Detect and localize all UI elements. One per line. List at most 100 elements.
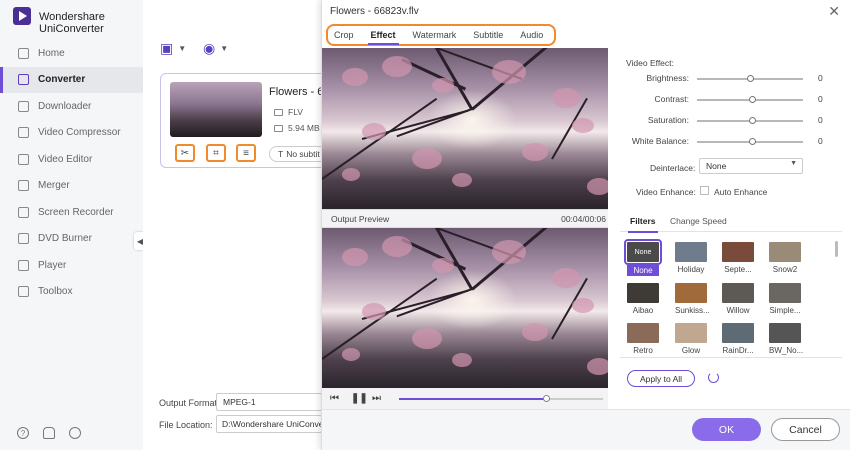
- sidebar-item-converter[interactable]: Converter: [0, 66, 143, 93]
- sidebar-item-merger[interactable]: Merger: [0, 173, 143, 200]
- slider-handle[interactable]: [749, 117, 757, 124]
- filter-label: RainDr...: [722, 346, 754, 355]
- filter-label: Retro: [633, 346, 653, 355]
- filter-item[interactable]: Holiday: [675, 242, 707, 274]
- effect-slider[interactable]: [697, 138, 803, 145]
- tab-filters[interactable]: Filters: [628, 216, 658, 233]
- filter-label: Holiday: [677, 265, 705, 274]
- output-video-preview: [322, 228, 608, 388]
- effect-slider-row: Contrast: 0: [620, 94, 825, 106]
- sidebar-item-label: Merger: [38, 180, 70, 192]
- tab-audio[interactable]: Audio: [520, 30, 543, 40]
- sidebar-nav: Home Converter Downloader Video Compress…: [0, 40, 143, 305]
- add-file-button[interactable]: ▣ ▼: [160, 40, 186, 57]
- tab-crop[interactable]: Crop: [334, 30, 354, 40]
- sidebar-item-downloader[interactable]: Downloader: [0, 93, 143, 120]
- sidebar-item-player[interactable]: Player: [0, 252, 143, 279]
- effect-slider[interactable]: [697, 96, 803, 103]
- tab-change-speed[interactable]: Change Speed: [670, 216, 727, 226]
- tab-watermark[interactable]: Watermark: [413, 30, 457, 40]
- reset-icon[interactable]: [708, 372, 719, 383]
- blossom-cluster: [362, 123, 386, 140]
- sidebar-item-home[interactable]: Home: [0, 40, 143, 67]
- filter-label: None: [627, 265, 659, 276]
- filter-label: Septe...: [724, 265, 752, 274]
- filter-thumbnail: [675, 323, 707, 343]
- filter-item[interactable]: Septe...: [722, 242, 754, 274]
- auto-enhance-label: Auto Enhance: [714, 187, 768, 197]
- output-format-select[interactable]: MPEG-1: [216, 393, 322, 411]
- previous-frame-icon[interactable]: ⏮: [330, 393, 339, 404]
- sidebar-item-video-compressor[interactable]: Video Compressor: [0, 120, 143, 147]
- slider-label: Saturation:: [647, 115, 689, 125]
- help-icon[interactable]: ?: [17, 427, 29, 439]
- filters-scrollbar[interactable]: [835, 241, 838, 257]
- chevron-down-icon: ▼: [220, 44, 229, 53]
- feedback-icon[interactable]: [69, 427, 81, 439]
- filter-item[interactable]: Sunkiss...: [675, 283, 710, 315]
- converter-icon: [18, 74, 29, 86]
- chevron-down-icon: ▼: [178, 44, 187, 53]
- filter-item[interactable]: Retro: [627, 323, 659, 355]
- filter-label: Willow: [726, 306, 750, 315]
- trim-button[interactable]: ✂: [175, 144, 195, 162]
- tab-subtitle[interactable]: Subtitle: [473, 30, 503, 40]
- blossom-cluster: [362, 303, 386, 320]
- merge-icon: [18, 180, 29, 192]
- player-controls: ⏮ ❚❚ ⏭: [322, 388, 608, 409]
- filter-item[interactable]: RainDr...: [722, 323, 754, 355]
- filter-item[interactable]: Glow: [675, 323, 707, 355]
- filter-item[interactable]: Aibao: [627, 283, 659, 315]
- home-icon: [18, 47, 29, 59]
- filter-thumbnail: [769, 283, 801, 303]
- pause-icon[interactable]: ❚❚: [351, 393, 368, 404]
- subtitle-select[interactable]: T No subtit: [269, 146, 329, 162]
- filter-item[interactable]: Willow: [722, 283, 754, 315]
- sidebar-item-label: Home: [38, 47, 65, 59]
- close-icon[interactable]: ✕: [828, 3, 840, 20]
- playback-progress[interactable]: [399, 395, 603, 402]
- filter-label: Snow2: [772, 265, 798, 274]
- video-enhance-label: Video Enhance:: [636, 187, 696, 197]
- bell-icon[interactable]: [43, 427, 55, 439]
- blossom-cluster: [342, 168, 360, 181]
- sidebar-item-label: Screen Recorder: [38, 206, 114, 218]
- filter-thumbnail: [722, 323, 754, 343]
- tab-effect[interactable]: Effect: [367, 30, 399, 45]
- auto-enhance-checkbox[interactable]: [700, 186, 709, 195]
- crop-button[interactable]: ⌗: [206, 144, 226, 162]
- ok-button[interactable]: OK: [692, 418, 761, 441]
- original-video-preview: [322, 48, 608, 209]
- sidebar-item-toolbox[interactable]: Toolbox: [0, 279, 143, 306]
- sidebar-item-video-editor[interactable]: Video Editor: [0, 146, 143, 173]
- next-frame-icon[interactable]: ⏭: [372, 393, 381, 404]
- add-dvd-button[interactable]: ◉ ▼: [203, 40, 228, 57]
- download-icon: [18, 100, 29, 112]
- play-icon: [18, 259, 29, 271]
- slider-value: 0: [818, 136, 823, 146]
- blossom-cluster: [382, 56, 412, 77]
- sidebar-item-screen-recorder[interactable]: Screen Recorder: [0, 199, 143, 226]
- apply-to-all-button[interactable]: Apply to All: [627, 370, 695, 387]
- filter-item[interactable]: Simple...: [769, 283, 801, 315]
- cancel-button[interactable]: Cancel: [771, 418, 840, 441]
- blossom-cluster: [432, 78, 454, 94]
- effect-button[interactable]: ≡: [236, 144, 256, 162]
- effect-slider[interactable]: [697, 75, 803, 82]
- effect-slider[interactable]: [697, 117, 803, 124]
- filter-item[interactable]: BW_No...: [769, 323, 803, 355]
- file-format-value: FLV: [288, 107, 303, 117]
- sidebar-item-label: Video Compressor: [38, 127, 121, 139]
- filter-item[interactable]: Snow2: [769, 242, 801, 274]
- file-size-value: 5.94 MB: [288, 123, 320, 133]
- blossom-cluster: [452, 173, 472, 187]
- deinterlace-select[interactable]: None ▼: [699, 158, 803, 174]
- filter-item[interactable]: None None: [624, 239, 662, 276]
- file-location-field[interactable]: D:\Wondershare UniConverter: [216, 415, 322, 433]
- playback-handle[interactable]: [542, 395, 550, 402]
- filter-thumbnail: [769, 323, 801, 343]
- sidebar-item-dvd-burner[interactable]: DVD Burner: [0, 226, 143, 253]
- slider-handle[interactable]: [749, 96, 757, 103]
- slider-handle[interactable]: [749, 138, 757, 145]
- slider-handle[interactable]: [747, 75, 754, 82]
